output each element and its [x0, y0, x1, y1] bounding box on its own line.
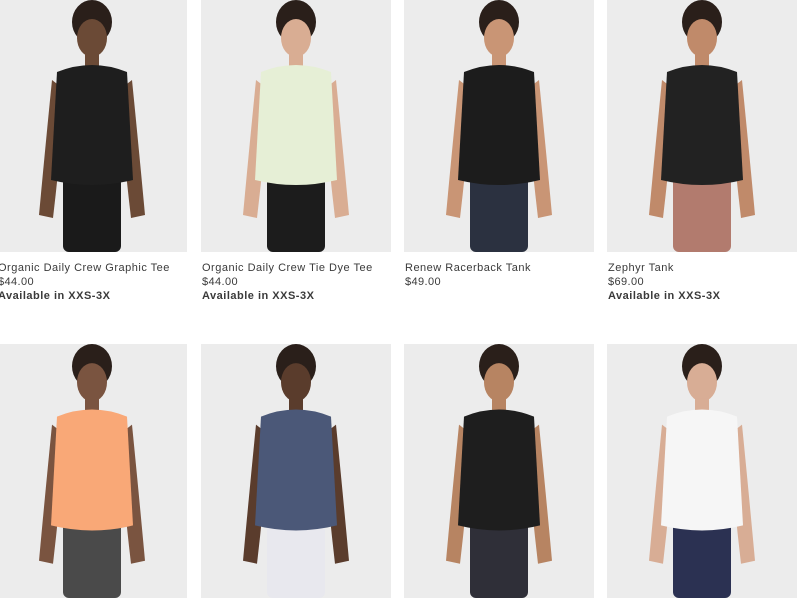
product-price: $49.00	[405, 276, 442, 288]
model-top	[661, 65, 743, 185]
product-card[interactable]: Organic Daily Crew Graphic Tee $44.00 Av…	[0, 0, 187, 302]
product-image[interactable]	[404, 344, 594, 598]
product-image[interactable]	[404, 0, 594, 252]
product-image[interactable]	[201, 0, 391, 252]
product-image[interactable]	[0, 344, 187, 598]
product-image[interactable]	[607, 344, 797, 598]
product-name[interactable]: Organic Daily Crew Tie Dye Tee	[202, 262, 373, 274]
product-card[interactable]: Organic Daily Crew Tie Dye Tee $44.00 Av…	[201, 0, 391, 302]
model-top	[51, 409, 133, 531]
product-card[interactable]	[607, 344, 797, 598]
model-head	[77, 363, 107, 402]
product-grid: Organic Daily Crew Graphic Tee $44.00 Av…	[0, 0, 800, 598]
product-availability: Available in XXS-3X	[202, 290, 315, 302]
product-price: $44.00	[0, 276, 35, 288]
model-top	[51, 65, 133, 185]
product-price: $69.00	[608, 276, 645, 288]
product-card[interactable]: Renew Racerback Tank $49.00	[404, 0, 594, 300]
model-top	[661, 409, 743, 531]
product-name[interactable]: Zephyr Tank	[608, 262, 674, 274]
model-top	[255, 65, 337, 185]
product-name[interactable]: Renew Racerback Tank	[405, 262, 531, 274]
model-head	[281, 19, 311, 57]
model-top	[255, 409, 337, 531]
model-head	[687, 363, 717, 402]
model-head	[484, 363, 514, 402]
product-availability: Available in XXS-3X	[0, 290, 111, 302]
model-head	[687, 19, 717, 57]
product-price: $44.00	[202, 276, 239, 288]
product-image[interactable]	[201, 344, 391, 598]
product-image[interactable]	[607, 0, 797, 252]
product-card[interactable]: Zephyr Tank $69.00 Available in XXS-3X	[607, 0, 797, 302]
model-top	[458, 409, 540, 531]
model-head	[484, 19, 514, 57]
product-card[interactable]	[0, 344, 187, 598]
product-availability: Available in XXS-3X	[608, 290, 721, 302]
product-card[interactable]	[404, 344, 594, 598]
model-top	[458, 65, 540, 185]
model-head	[77, 19, 107, 57]
product-card[interactable]	[201, 344, 391, 598]
product-image[interactable]	[0, 0, 187, 252]
product-name[interactable]: Organic Daily Crew Graphic Tee	[0, 262, 170, 274]
model-head	[281, 363, 311, 402]
